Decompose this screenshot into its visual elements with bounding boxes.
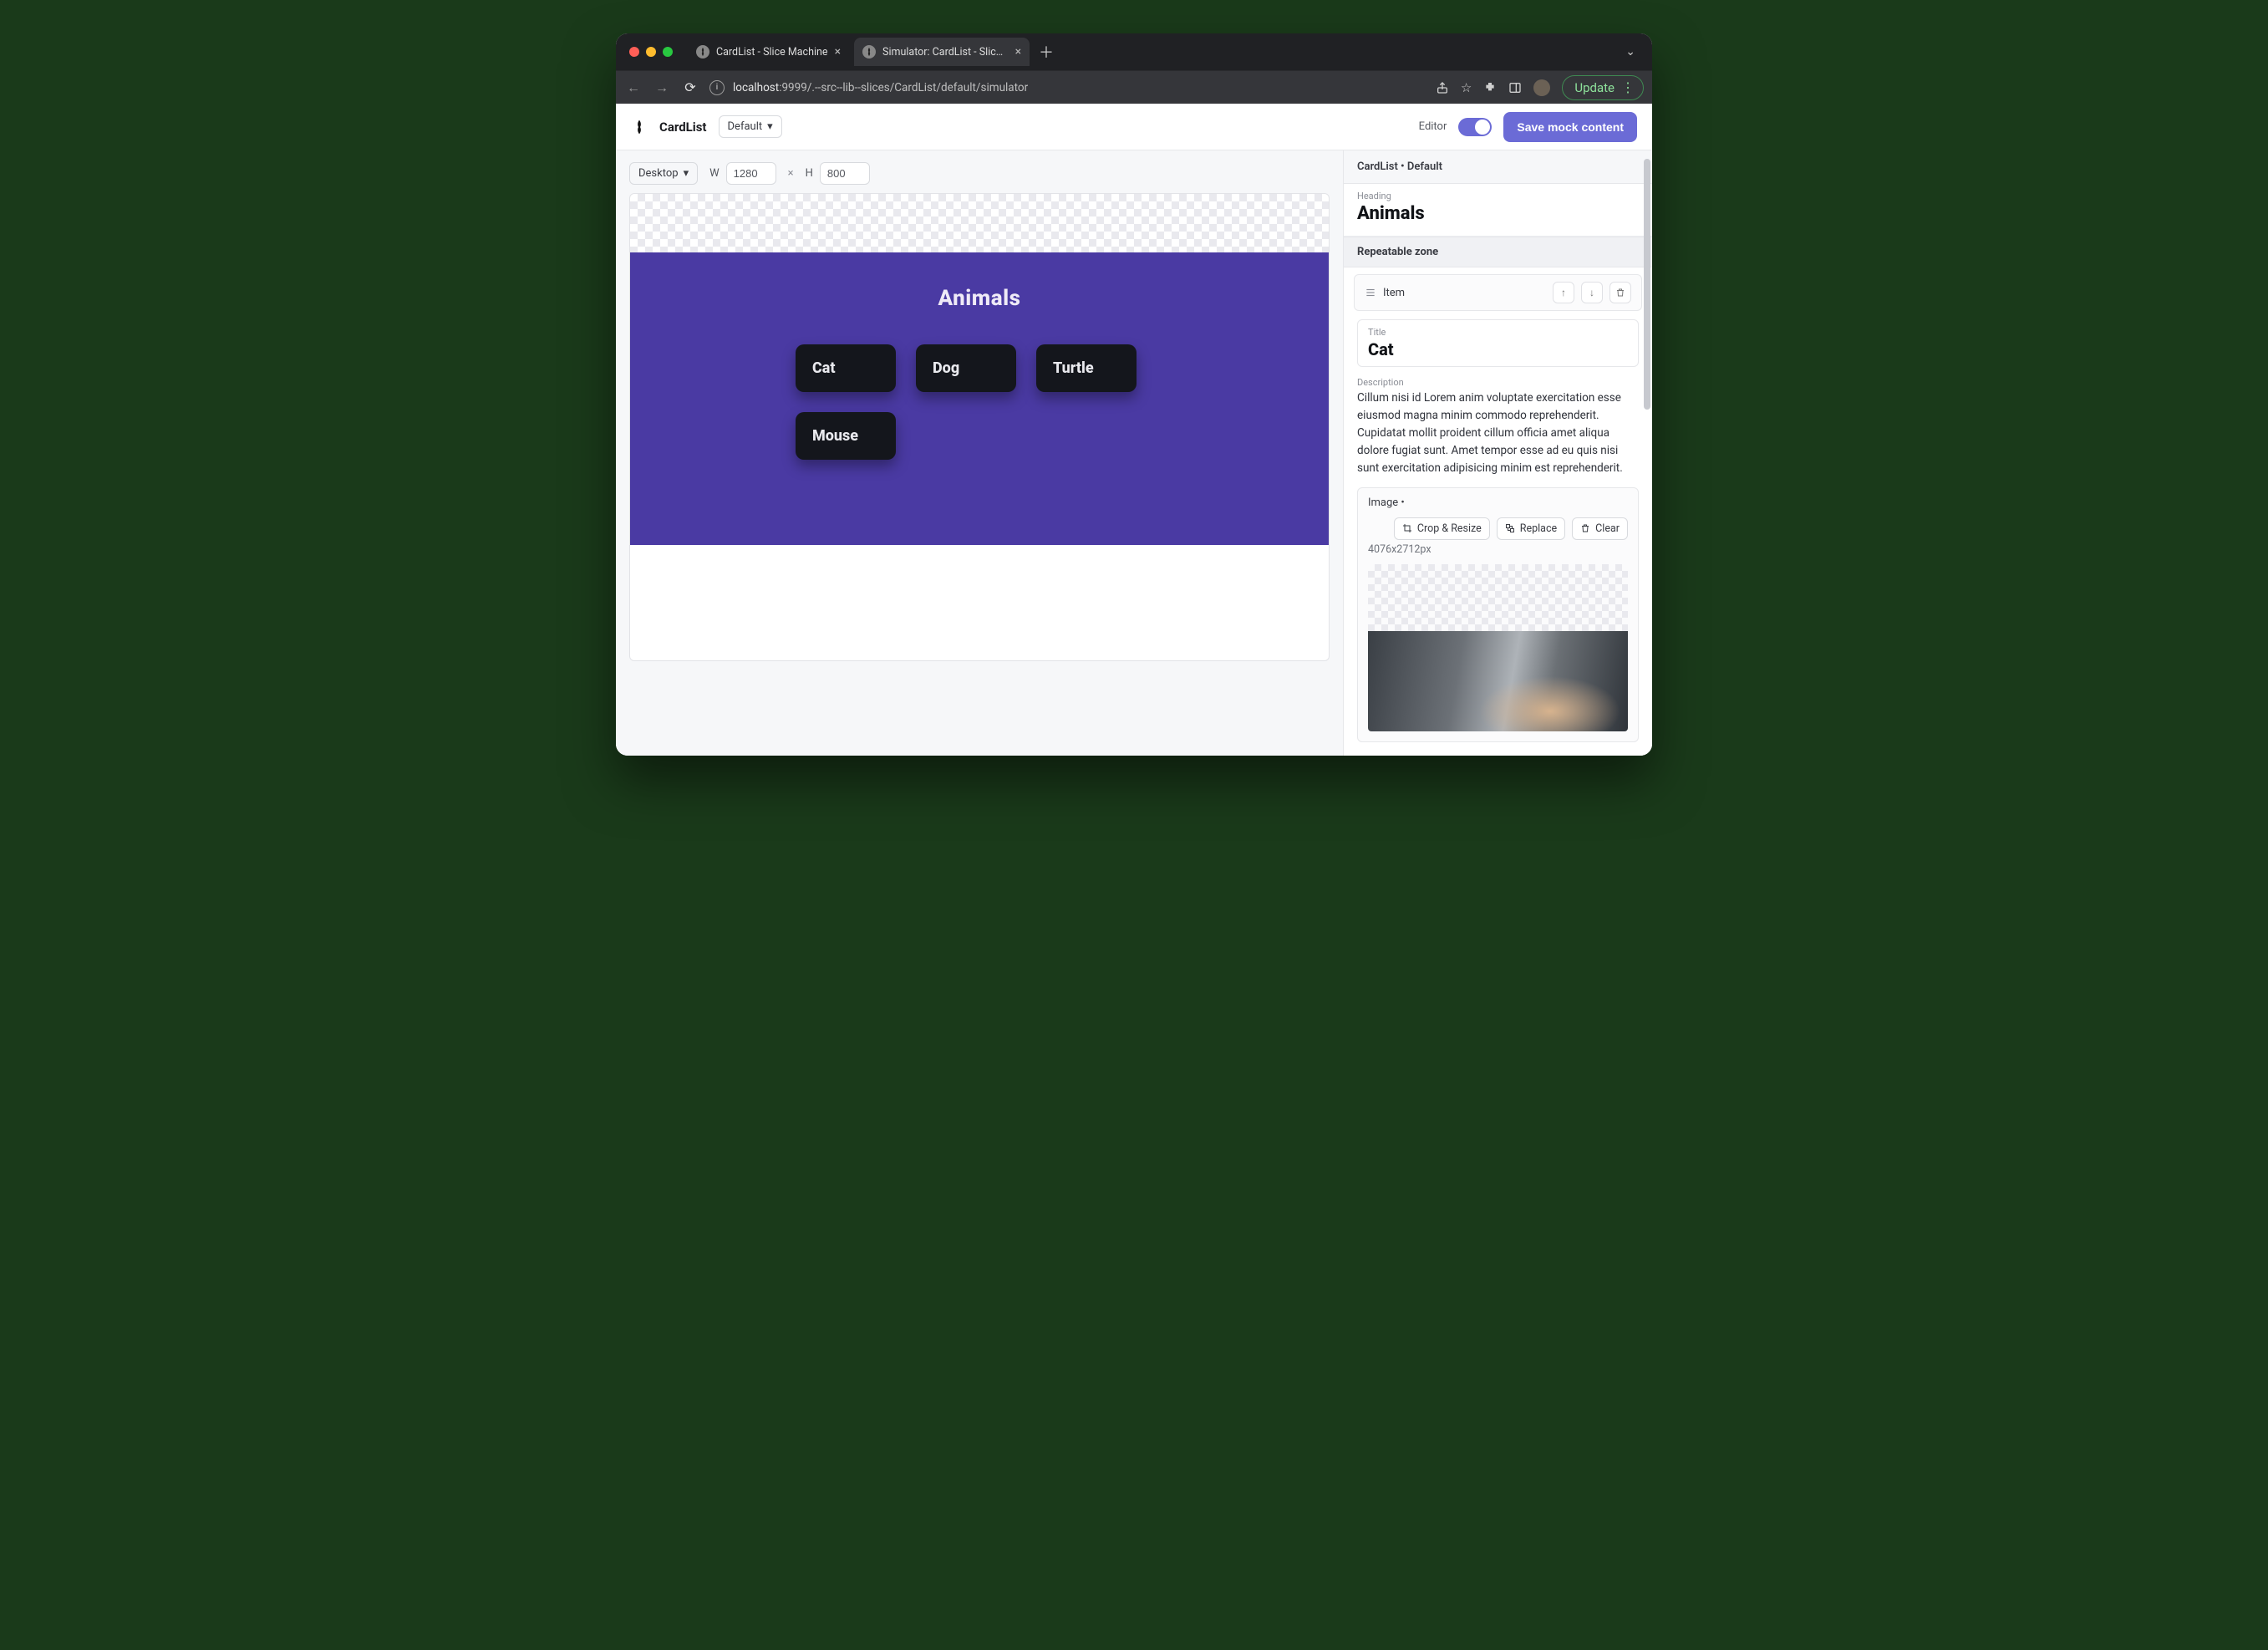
list-icon (1365, 287, 1376, 298)
save-mock-content-button[interactable]: Save mock content (1503, 112, 1637, 142)
heading-field[interactable]: Heading Animals (1344, 184, 1652, 237)
forward-icon[interactable]: → (653, 79, 671, 96)
scrollbar[interactable] (1644, 159, 1650, 410)
image-field-label: Image • (1368, 497, 1405, 509)
slice-machine-favicon-icon (862, 45, 876, 59)
image-preview[interactable] (1368, 564, 1628, 731)
clear-label: Clear (1595, 522, 1620, 535)
tab-simulator[interactable]: Simulator: CardList - Slice Mac × (854, 38, 1030, 66)
kebab-menu-icon[interactable]: ⋮ (1621, 81, 1635, 94)
tab-strip: CardList - Slice Machine × Simulator: Ca… (616, 33, 1652, 70)
image-field: Image • Crop & Resize (1357, 487, 1639, 742)
width-label: W (709, 167, 720, 180)
dimension-bar: Desktop ▾ W × H (629, 162, 1330, 185)
preview-column: Desktop ▾ W × H Animals (616, 150, 1343, 756)
title-field-label: Title (1368, 327, 1628, 338)
image-thumbnail (1368, 631, 1628, 731)
new-tab-button[interactable]: ＋ (1035, 40, 1058, 64)
bookmark-icon[interactable]: ☆ (1461, 80, 1472, 95)
trash-icon (1580, 523, 1590, 533)
title-field[interactable]: Title Cat (1357, 319, 1639, 367)
variant-select[interactable]: Default ▾ (719, 115, 782, 138)
repeatable-zone-header: Repeatable zone (1344, 237, 1652, 267)
browser-toolbar: ← → ⟳ i localhost:9999/.--src--lib--slic… (616, 70, 1652, 104)
title-field-value[interactable]: Cat (1368, 339, 1628, 359)
profile-avatar[interactable] (1533, 79, 1550, 96)
width-input[interactable] (726, 162, 776, 185)
preview-card: Turtle (1036, 344, 1137, 392)
preview-card: Cat (796, 344, 896, 392)
repeatable-item-body: Title Cat Description Cillum nisi id Lor… (1344, 311, 1652, 756)
width-group: W (709, 162, 776, 185)
crop-resize-button[interactable]: Crop & Resize (1394, 517, 1490, 540)
minimize-window-icon[interactable] (646, 47, 656, 57)
device-select-label: Desktop (638, 167, 679, 180)
height-group: H (806, 162, 870, 185)
description-field[interactable]: Description Cillum nisi id Lorem anim vo… (1357, 377, 1639, 477)
maximize-window-icon[interactable] (663, 47, 673, 57)
heading-field-value[interactable]: Animals (1357, 203, 1639, 224)
tab-label: CardList - Slice Machine (716, 46, 828, 59)
repeatable-item-header[interactable]: Item ↑ ↓ (1354, 274, 1642, 311)
preview-cards: Cat Dog Turtle Mouse (796, 344, 1163, 460)
variant-select-label: Default (728, 120, 763, 133)
image-dimensions: 4076x2712px (1368, 543, 1628, 556)
browser-chrome: CardList - Slice Machine × Simulator: Ca… (616, 33, 1652, 104)
replace-label: Replace (1520, 522, 1557, 535)
slice-machine-favicon-icon (696, 45, 709, 59)
breadcrumb: CardList • Default (1344, 150, 1652, 184)
window: CardList - Slice Machine × Simulator: Ca… (616, 33, 1652, 756)
tab-label: Simulator: CardList - Slice Mac (882, 46, 1009, 59)
close-window-icon[interactable] (629, 47, 639, 57)
height-input[interactable] (820, 162, 870, 185)
traffic-lights (629, 47, 673, 57)
site-info-icon[interactable]: i (709, 80, 725, 95)
move-up-button[interactable]: ↑ (1553, 282, 1574, 303)
preview-heading: Animals (938, 286, 1021, 311)
sidepanel-icon[interactable] (1508, 81, 1522, 94)
editor-toggle[interactable] (1458, 118, 1492, 136)
item-label: Item (1383, 287, 1546, 299)
delete-item-button[interactable] (1609, 282, 1631, 303)
preview-canvas[interactable]: Animals Cat Dog Turtle Mouse (629, 193, 1330, 661)
tab-cardlist[interactable]: CardList - Slice Machine × (688, 38, 849, 66)
page-title: CardList (659, 120, 707, 135)
editor-sidebar: CardList • Default Heading Animals Repea… (1343, 150, 1652, 756)
slice-preview: Animals Cat Dog Turtle Mouse (630, 252, 1329, 545)
extensions-icon[interactable] (1483, 81, 1497, 94)
replace-icon (1505, 523, 1515, 533)
preview-card: Dog (916, 344, 1016, 392)
description-field-value[interactable]: Cillum nisi id Lorem anim voluptate exer… (1357, 390, 1639, 477)
app: CardList Default ▾ Editor Save mock cont… (616, 104, 1652, 756)
brand-icon (631, 119, 648, 135)
address-bar[interactable]: i localhost:9999/.--src--lib--slices/Car… (709, 75, 1426, 100)
chevron-down-icon: ▾ (684, 167, 689, 180)
height-label: H (806, 167, 813, 180)
preview-card: Mouse (796, 412, 896, 460)
preview-blank-area (630, 545, 1329, 660)
close-icon[interactable]: × (835, 45, 841, 59)
move-down-button[interactable]: ↓ (1581, 282, 1603, 303)
url-host: localhost:9999/.--src--lib--slices/CardL… (733, 81, 1028, 94)
update-button[interactable]: Update ⋮ (1562, 75, 1644, 100)
times-separator: × (788, 167, 794, 180)
replace-button[interactable]: Replace (1497, 517, 1565, 540)
app-header: CardList Default ▾ Editor Save mock cont… (616, 104, 1652, 150)
device-select[interactable]: Desktop ▾ (629, 162, 698, 185)
clear-button[interactable]: Clear (1572, 517, 1628, 540)
description-field-label: Description (1357, 377, 1639, 388)
workspace: Desktop ▾ W × H Animals (616, 150, 1652, 756)
reload-icon[interactable]: ⟳ (681, 79, 699, 95)
update-label: Update (1574, 80, 1615, 95)
crop-icon (1402, 523, 1412, 533)
back-icon[interactable]: ← (624, 79, 643, 96)
close-icon[interactable]: × (1015, 45, 1021, 59)
heading-field-label: Heading (1357, 191, 1639, 201)
toolbar-actions: ☆ Update ⋮ (1436, 75, 1644, 100)
crop-resize-label: Crop & Resize (1417, 522, 1482, 535)
editor-toggle-label: Editor (1419, 120, 1447, 133)
chevron-down-icon: ▾ (767, 120, 773, 133)
tab-menu-button[interactable]: ⌄ (1617, 45, 1644, 59)
share-icon[interactable] (1436, 81, 1449, 94)
